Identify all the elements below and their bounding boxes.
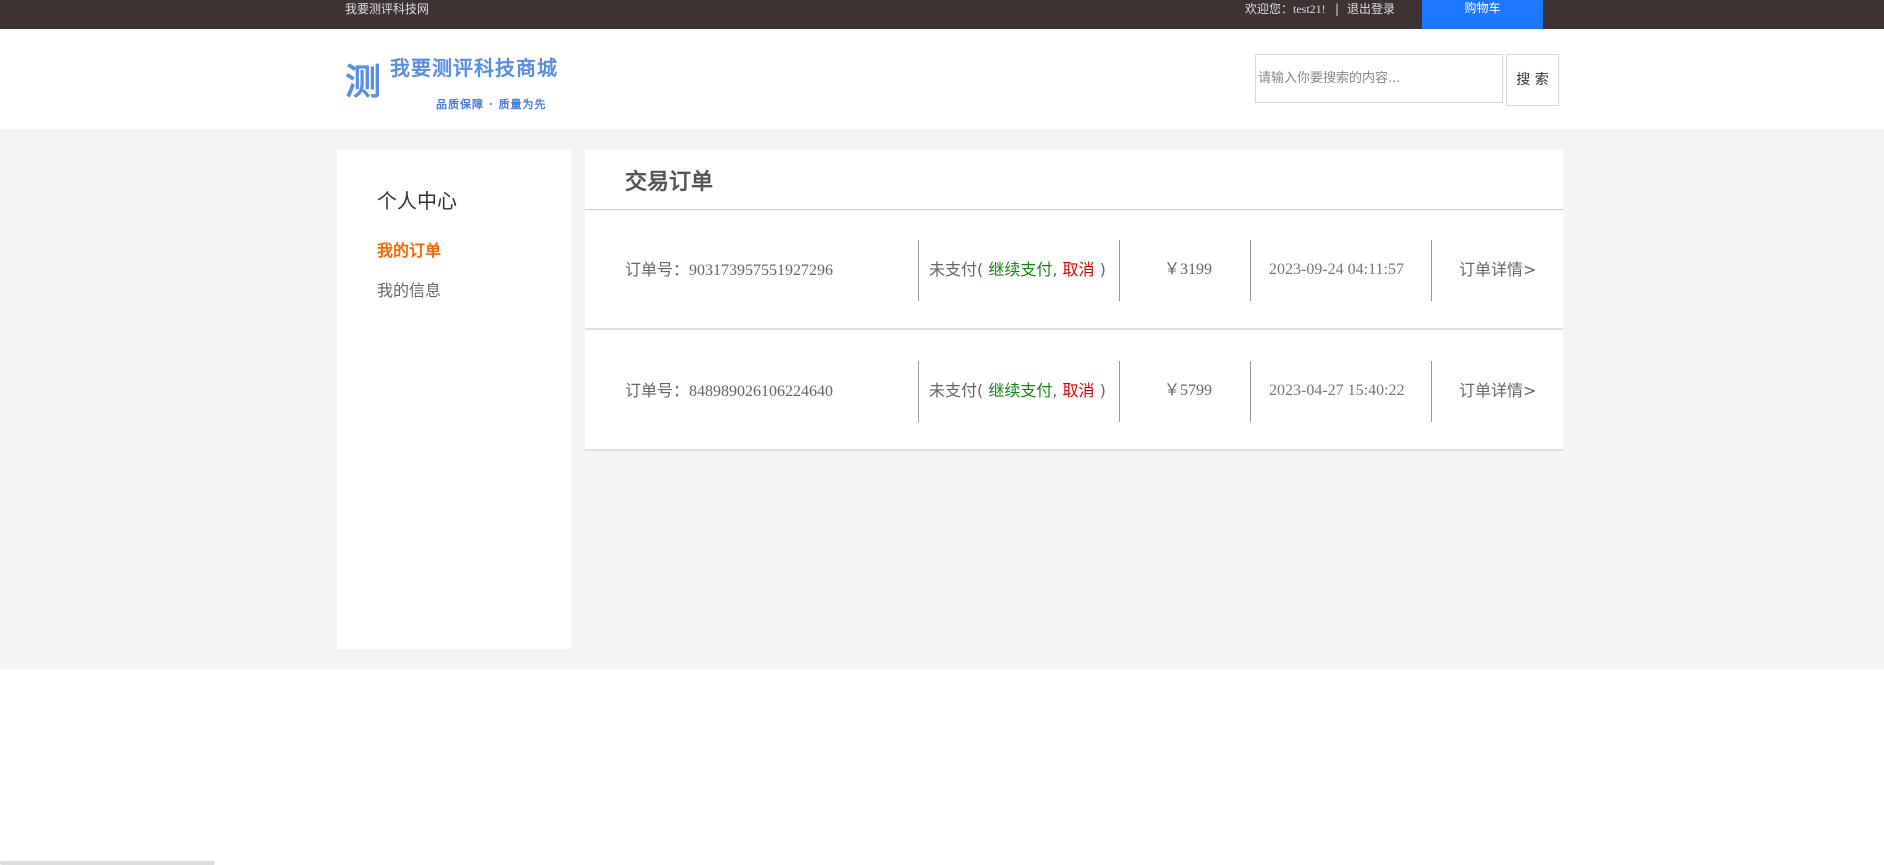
header bbox=[0, 29, 1884, 129]
order-status: 未支付( 继续支付, 取消 ) bbox=[929, 331, 1106, 451]
status-comma: , bbox=[1052, 260, 1063, 279]
order-detail-link[interactable]: 订单详情> bbox=[1459, 210, 1536, 330]
order-date: 2023-04-27 15:40:22 bbox=[1269, 382, 1405, 399]
sidebar-item-my-info[interactable]: 我的信息 bbox=[377, 277, 441, 301]
order-number-value: 848989026106224640 bbox=[689, 383, 834, 400]
order-number-value: 903173957551927296 bbox=[689, 262, 834, 279]
column-divider bbox=[1119, 361, 1120, 422]
column-divider bbox=[1250, 240, 1251, 301]
top-bar: 我要测评科技网 欢迎您：test21! | 退出登录 购物车 bbox=[0, 0, 1884, 29]
logo-mark: 测 bbox=[345, 61, 381, 103]
order-date: 2023-09-24 04:11:57 bbox=[1269, 261, 1404, 278]
order-price: ￥3199 bbox=[1164, 261, 1213, 278]
logo-slogan: 品质保障 · 质量为先 bbox=[436, 98, 547, 111]
sidebar-item-my-orders[interactable]: 我的订单 bbox=[377, 237, 441, 261]
column-divider bbox=[1250, 361, 1251, 422]
search-input[interactable] bbox=[1255, 54, 1503, 103]
page-title: 交易订单 bbox=[625, 170, 714, 195]
status-open-paren: ( bbox=[977, 381, 989, 400]
topbar-separator: | bbox=[1335, 2, 1340, 16]
orders-panel: 交易订单 订单号：903173957551927296 未支付( 继续支付, 取… bbox=[585, 150, 1563, 451]
site-name-link[interactable]: 我要测评科技网 bbox=[345, 1, 429, 17]
horizontal-scrollbar[interactable] bbox=[0, 861, 215, 865]
continue-pay-link[interactable]: 继续支付 bbox=[988, 260, 1052, 279]
order-number-label: 订单号： bbox=[625, 260, 690, 279]
order-number: 订单号：903173957551927296 bbox=[625, 210, 833, 330]
row-divider bbox=[585, 449, 1563, 451]
sidebar: 个人中心 我的订单 我的信息 bbox=[337, 150, 571, 649]
status-open-paren: ( bbox=[977, 260, 989, 279]
row-divider bbox=[585, 328, 1563, 330]
status-text: 未支付 bbox=[929, 381, 978, 400]
cart-button[interactable]: 购物车 bbox=[1422, 0, 1543, 29]
column-divider bbox=[1431, 240, 1432, 301]
order-price: ￥5799 bbox=[1164, 382, 1213, 399]
site-logo[interactable]: 测 我要测评科技商城 品质保障 · 质量为先 bbox=[345, 25, 565, 120]
order-row: 订单号：848989026106224640 未支付( 继续支付, 取消 ) ￥… bbox=[585, 331, 1563, 451]
logout-link[interactable]: 退出登录 bbox=[1347, 1, 1395, 17]
column-divider bbox=[918, 240, 919, 301]
sidebar-title: 个人中心 bbox=[377, 189, 457, 213]
column-divider bbox=[918, 361, 919, 422]
username: test21! bbox=[1293, 2, 1326, 16]
column-divider bbox=[1431, 361, 1432, 422]
order-row: 订单号：903173957551927296 未支付( 继续支付, 取消 ) ￥… bbox=[585, 210, 1563, 330]
cancel-order-link[interactable]: 取消 bbox=[1063, 260, 1095, 279]
continue-pay-link[interactable]: 继续支付 bbox=[988, 381, 1052, 400]
welcome-text: 欢迎您：test21! bbox=[1245, 1, 1326, 17]
order-number-label: 订单号： bbox=[625, 381, 690, 400]
order-detail-link[interactable]: 订单详情> bbox=[1459, 331, 1536, 451]
status-comma: , bbox=[1052, 381, 1063, 400]
order-status: 未支付( 继续支付, 取消 ) bbox=[929, 210, 1106, 330]
status-text: 未支付 bbox=[929, 260, 978, 279]
column-divider bbox=[1119, 240, 1120, 301]
welcome-prefix: 欢迎您： bbox=[1245, 2, 1294, 16]
logo-name: 我要测评科技商城 bbox=[390, 56, 558, 80]
search-button[interactable]: 搜 索 bbox=[1506, 54, 1559, 106]
order-number: 订单号：848989026106224640 bbox=[625, 331, 833, 451]
status-close-paren: ) bbox=[1094, 381, 1106, 400]
status-close-paren: ) bbox=[1094, 260, 1106, 279]
cancel-order-link[interactable]: 取消 bbox=[1063, 381, 1095, 400]
